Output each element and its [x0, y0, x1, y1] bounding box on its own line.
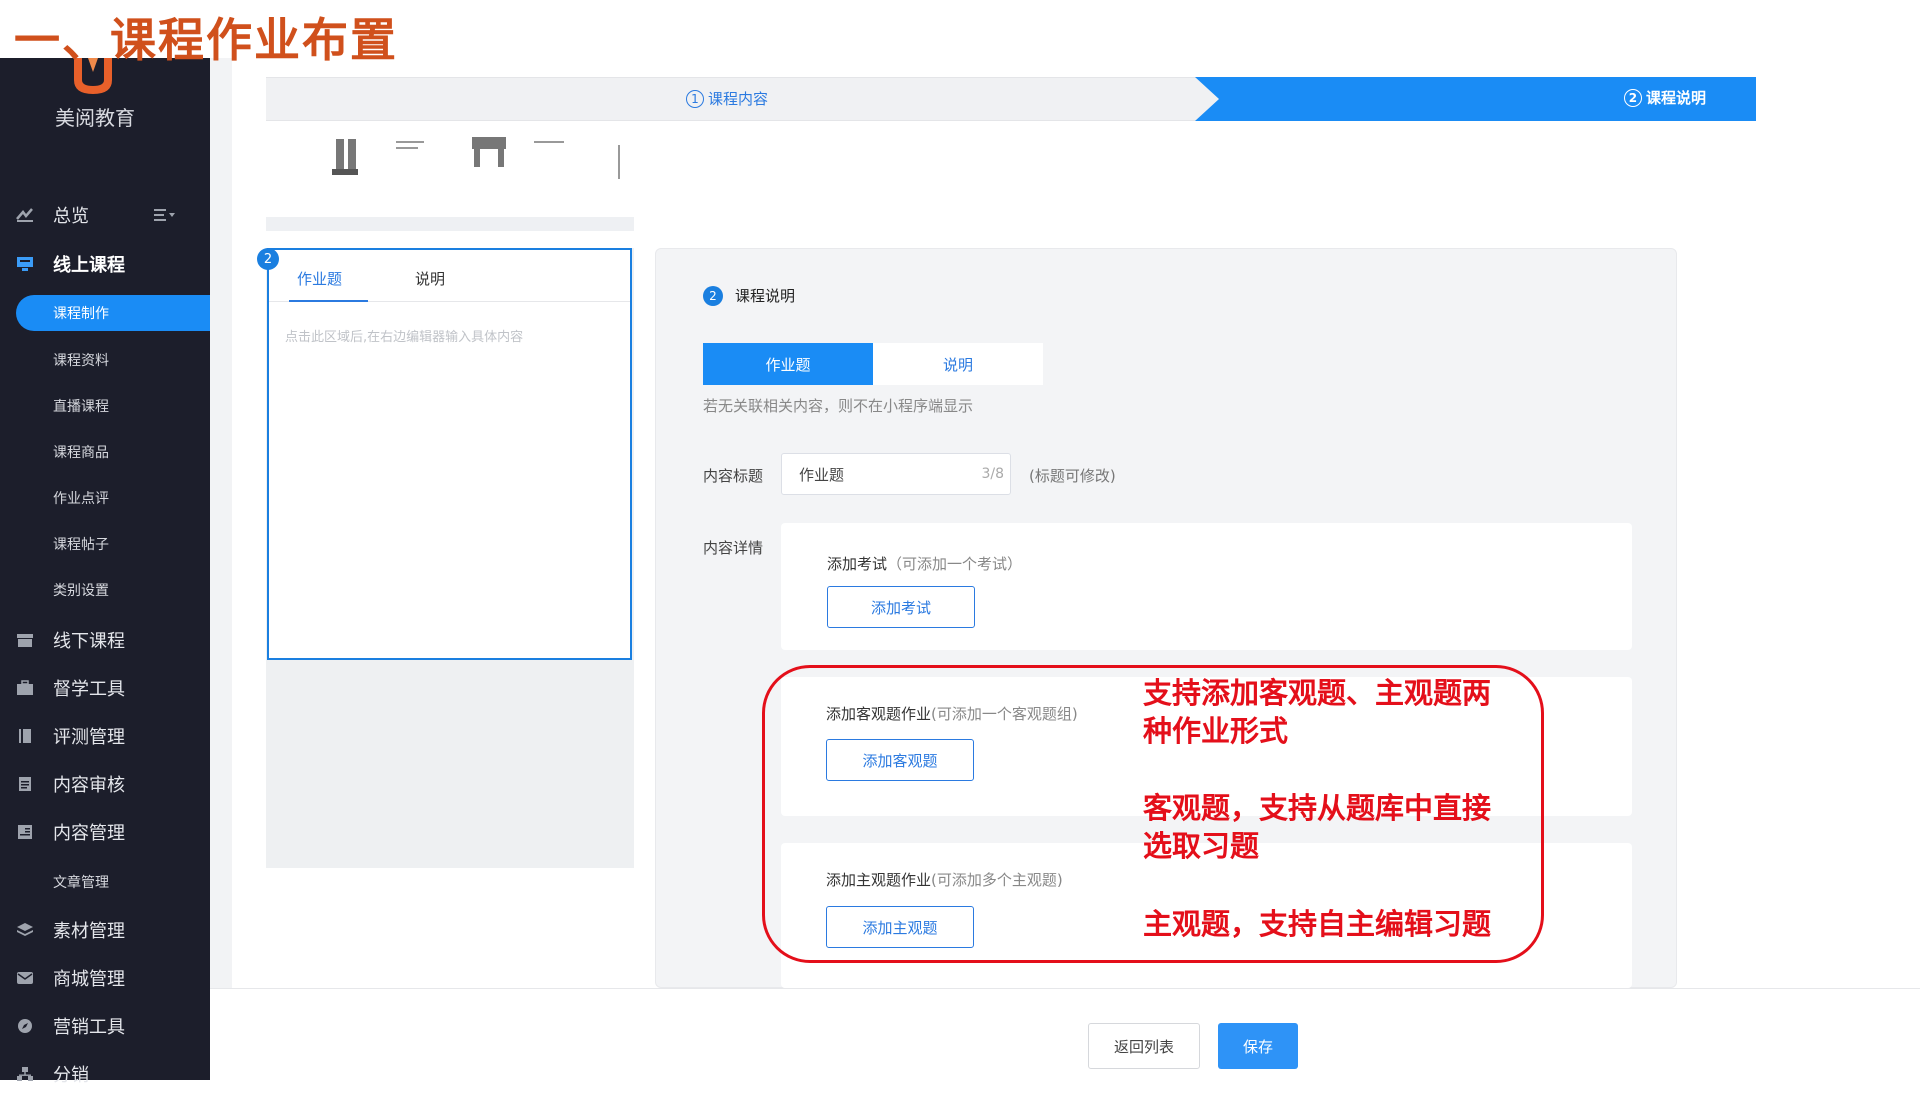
book-icon [15, 728, 35, 744]
brand-name: 美阅教育 [55, 106, 135, 130]
content-type-switch: 作业题 说明 [703, 343, 1043, 385]
sidebar-sub-course-making[interactable]: 课程制作 [16, 295, 210, 331]
sidebar-item-label: 商城管理 [53, 969, 125, 990]
footer-bar [210, 988, 1920, 1080]
save-button[interactable]: 保存 [1218, 1023, 1298, 1069]
add-exam-button[interactable]: 添加考试 [827, 586, 975, 628]
sidebar-sub-homework-review[interactable]: 作业点评 [0, 480, 210, 516]
menu-collapse-icon[interactable] [154, 207, 176, 223]
sidebar-item-overview[interactable]: 总览 [0, 195, 210, 235]
annotation-line-4: 选取习题 [1143, 829, 1260, 863]
step-course-description[interactable]: 2 课程说明 [1195, 77, 1756, 121]
sidebar-sub-course-posts[interactable]: 课程帖子 [0, 526, 210, 562]
sidebar-item-label: 内容管理 [53, 823, 125, 844]
panel-title: 2 课程说明 [703, 285, 795, 306]
title-editable-hint: (标题可修改) [1029, 467, 1116, 485]
sidebar-sub-article-management[interactable]: 文章管理 [0, 864, 210, 900]
monitor-icon [15, 256, 35, 272]
char-counter: 3/8 [981, 466, 1004, 482]
briefcase-icon [15, 680, 35, 696]
annotation-line-3: 客观题，支持从题库中直接 [1143, 791, 1492, 825]
exam-heading: 添加考试（可添加一个考试） [827, 555, 1023, 573]
sidebar-sub-category-settings[interactable]: 类别设置 [0, 572, 210, 608]
back-to-list-button[interactable]: 返回列表 [1088, 1023, 1200, 1069]
content-title-label: 内容标题 [703, 467, 764, 485]
annotation-line-1: 支持添加客观题、主观题两 [1143, 676, 1492, 710]
sidebar-sub-live-course[interactable]: 直播课程 [0, 388, 210, 424]
sidebar-item-label: 总览 [53, 206, 89, 227]
content-title-input[interactable]: 作业题 3/8 [781, 453, 1011, 495]
sidebar-item-distribution[interactable]: 分销 [0, 1054, 210, 1094]
sidebar-item-online-course[interactable]: 线上课程 [0, 244, 210, 284]
preview-tab-homework[interactable]: 作业题 [288, 268, 369, 302]
preview-thumbnail-figures [332, 137, 620, 179]
tab-description[interactable]: 说明 [873, 343, 1043, 385]
sidebar-item-label: 线上课程 [53, 255, 125, 276]
slide-title: 一、课程作业布置 [14, 13, 398, 67]
mail-icon [15, 970, 35, 986]
preview-image-strip [266, 135, 634, 231]
sidebar-item-content-management[interactable]: 内容管理 [0, 812, 210, 852]
sidebar-item-material-management[interactable]: 素材管理 [0, 910, 210, 950]
sidebar-item-content-review[interactable]: 内容审核 [0, 764, 210, 804]
preview-placeholder-hint: 点击此区域后,在右边编辑器输入具体内容 [285, 330, 524, 345]
sidebar-item-marketing-tools[interactable]: 营销工具 [0, 1006, 210, 1046]
sidebar-item-offline-course[interactable]: 线下课程 [0, 620, 210, 660]
dashboard-icon [15, 207, 35, 223]
sidebar-sub-course-goods[interactable]: 课程商品 [0, 434, 210, 470]
content-detail-label: 内容详情 [703, 539, 764, 557]
preview-editable-region[interactable]: 2 作业题 说明 点击此区域后,在右边编辑器输入具体内容 [257, 248, 632, 660]
preview-tabs: 作业题 说明 [269, 250, 630, 302]
sidebar-sub-course-materials[interactable]: 课程资料 [0, 342, 210, 378]
sidebar-item-assessment[interactable]: 评测管理 [0, 716, 210, 756]
annotation-line-5: 主观题，支持自主编辑习题 [1143, 907, 1492, 941]
document-icon [15, 776, 35, 792]
preview-tab-description[interactable]: 说明 [415, 268, 445, 289]
sidebar-item-label: 评测管理 [53, 727, 125, 748]
compass-icon [15, 1018, 35, 1034]
step-course-content[interactable]: 1 课程内容 [686, 88, 768, 109]
tab-homework[interactable]: 作业题 [703, 343, 873, 385]
content-title-value: 作业题 [799, 465, 845, 484]
sidebar-item-mall-management[interactable]: 商城管理 [0, 958, 210, 998]
sidebar-item-supervision-tools[interactable]: 督学工具 [0, 668, 210, 708]
display-note: 若无关联相关内容，则不在小程序端显示 [703, 397, 974, 415]
sidebar-item-label: 督学工具 [53, 679, 125, 700]
store-icon [15, 632, 35, 648]
layers-icon [15, 922, 35, 938]
sidebar-item-label: 分销 [53, 1065, 89, 1086]
sidebar-item-label: 营销工具 [53, 1017, 125, 1038]
annotation-line-2: 种作业形式 [1143, 714, 1289, 748]
sidebar-item-label: 内容审核 [53, 775, 125, 796]
sidebar-item-label: 素材管理 [53, 921, 125, 942]
exam-card: 添加考试（可添加一个考试） 添加考试 [781, 523, 1632, 650]
sidebar-item-label: 线下课程 [53, 631, 125, 652]
list-doc-icon [15, 824, 35, 840]
